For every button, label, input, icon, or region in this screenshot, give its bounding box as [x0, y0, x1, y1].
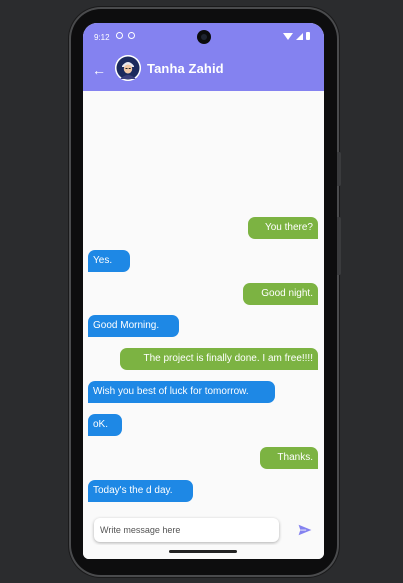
user-avatar-icon: [115, 55, 141, 81]
message-sent: The project is finally done. I am free!!…: [120, 348, 318, 370]
volume-button: [337, 217, 341, 275]
message-sent: Thanks.: [260, 447, 318, 469]
signal-icon: [296, 32, 303, 40]
status-bar: 9:12: [83, 23, 324, 51]
notification-icon: [116, 32, 123, 39]
message-sent: You there?: [248, 217, 318, 239]
message-received: Today's the d day.: [88, 480, 193, 502]
app-screen: 9:12 ← Tanha Zahid You there? Yes. Good …: [83, 23, 324, 559]
message-received: oK.: [88, 414, 122, 436]
front-camera: [197, 30, 211, 44]
contact-name: Tanha Zahid: [147, 61, 224, 76]
message-input[interactable]: [94, 518, 281, 542]
phone-frame: 9:12 ← Tanha Zahid You there? Yes. Good …: [71, 9, 341, 575]
message-sent: Good night.: [243, 283, 318, 305]
message-received: Good Morning.: [88, 315, 179, 337]
message-received: Yes.: [88, 250, 130, 272]
arrow-left-icon[interactable]: ←: [92, 62, 106, 78]
avatar[interactable]: [115, 55, 141, 81]
navigation-bar: [83, 545, 324, 559]
status-time: 9:12: [94, 33, 110, 42]
sync-icon: [128, 32, 135, 39]
home-gesture-handle[interactable]: [169, 550, 237, 553]
message-input-container: [94, 518, 281, 542]
app-bar: ← Tanha Zahid: [83, 51, 324, 91]
power-button: [337, 152, 341, 186]
send-icon[interactable]: [298, 524, 312, 536]
battery-icon: [306, 32, 310, 40]
message-received: Wish you best of luck for tomorrow.: [88, 381, 275, 403]
status-icons: [283, 32, 310, 40]
wifi-icon: [283, 32, 293, 40]
